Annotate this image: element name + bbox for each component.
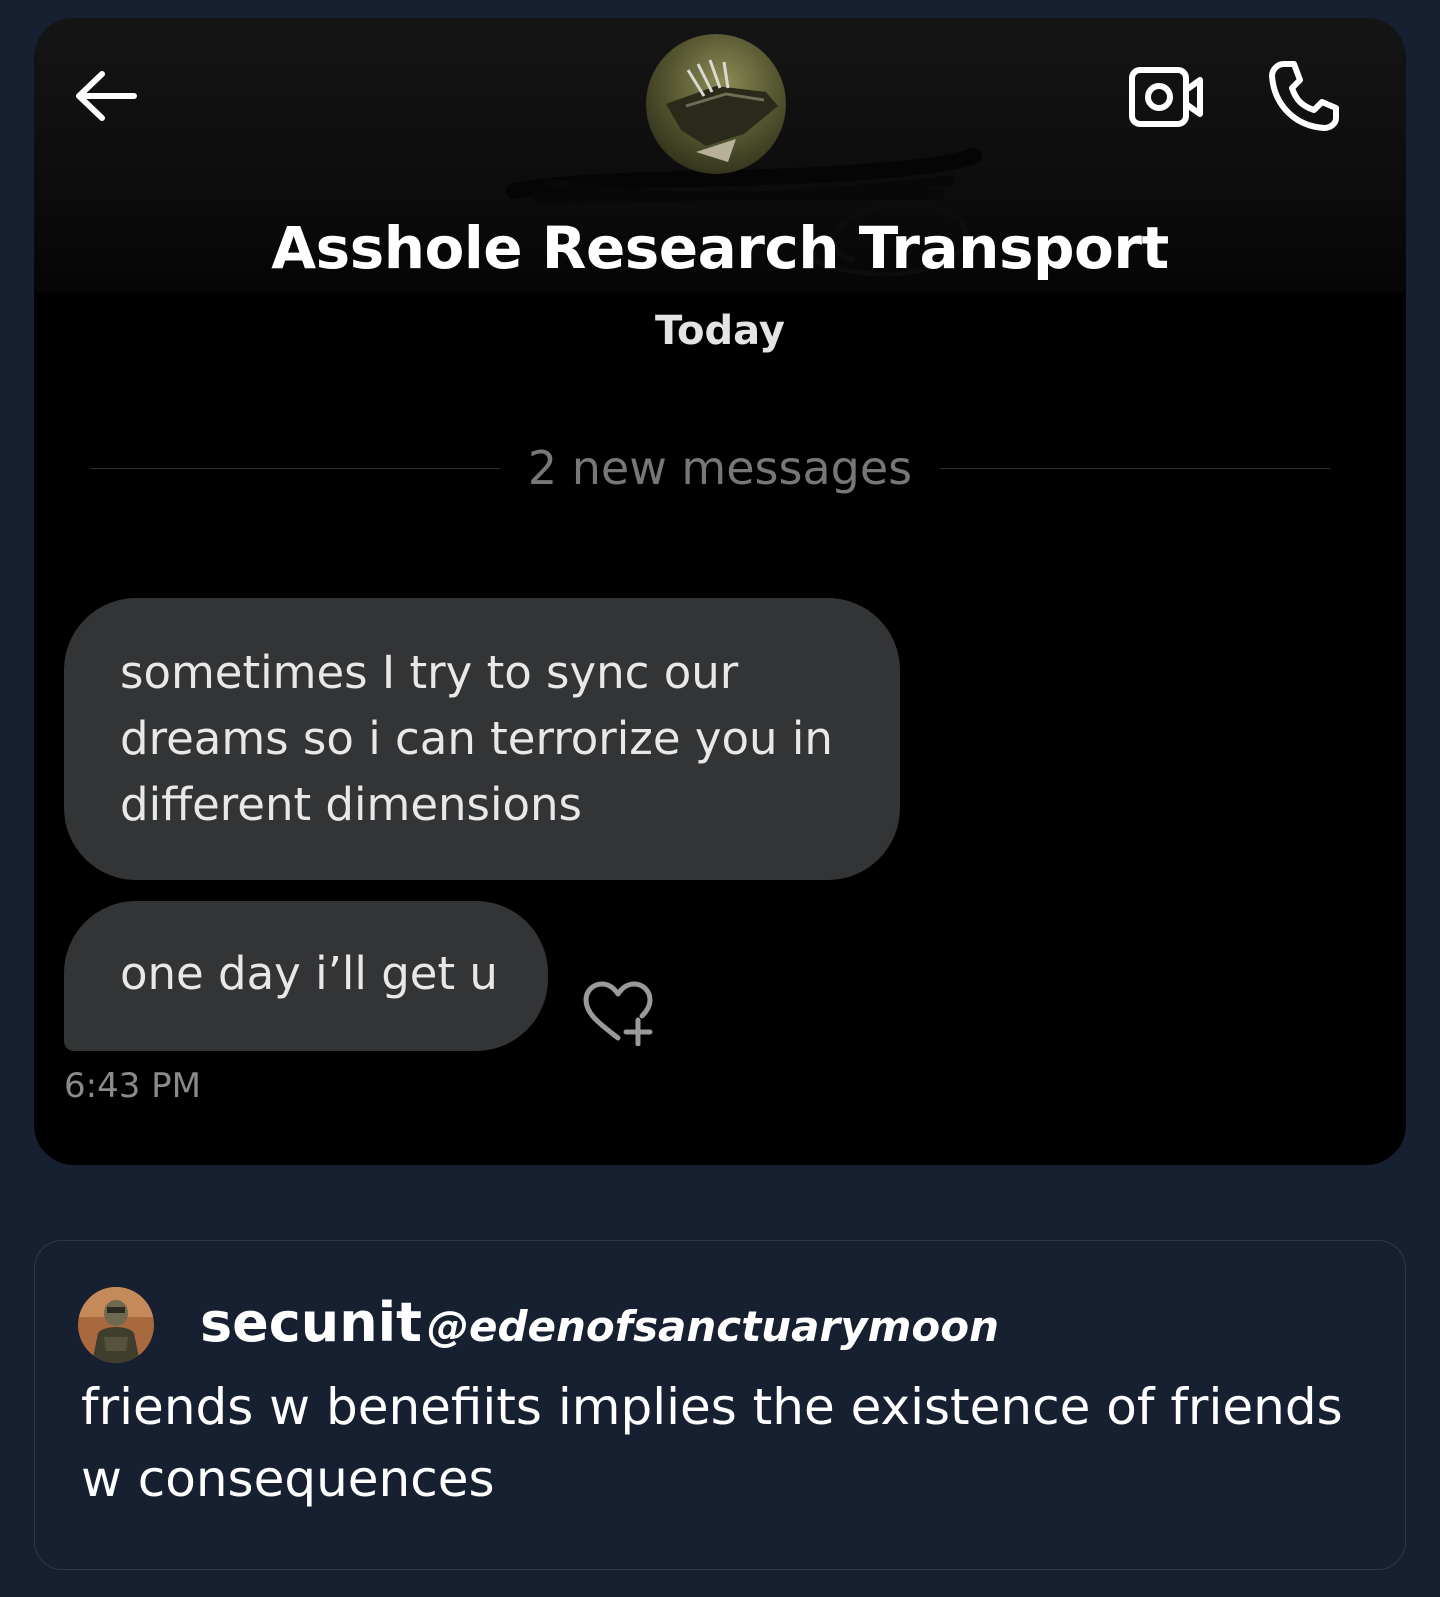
tweet-card[interactable]: secunit @edenofsanctuarymoon friends w b… — [34, 1240, 1406, 1570]
arrow-left-icon[interactable] — [72, 68, 138, 124]
phone-icon[interactable] — [1266, 58, 1342, 134]
tweet-text: friends w benefiits implies the existenc… — [81, 1378, 1343, 1508]
heart-add-icon[interactable] — [580, 978, 656, 1046]
video-camera-icon[interactable] — [1128, 66, 1204, 128]
message-bubble[interactable]: sometimes I try to sync our dreams so i … — [64, 598, 900, 880]
avatar[interactable] — [78, 1287, 154, 1363]
new-messages-label: 2 new messages — [34, 438, 1406, 509]
message-timestamp: 6:43 PM — [64, 1066, 201, 1106]
new-messages-text: 2 new messages — [499, 438, 941, 498]
message-bubble[interactable]: one day i’ll get u — [64, 901, 548, 1051]
tweet-handle[interactable]: @edenofsanctuarymoon — [427, 1299, 999, 1355]
date-separator: Today — [655, 308, 785, 354]
dm-screenshot: Asshole Research Transport Today 2 new m… — [34, 18, 1406, 1165]
tweet-display-name[interactable]: secunit — [200, 1291, 422, 1355]
contact-avatar[interactable] — [646, 34, 786, 174]
contact-name[interactable]: Asshole Research Transport — [34, 213, 1406, 283]
